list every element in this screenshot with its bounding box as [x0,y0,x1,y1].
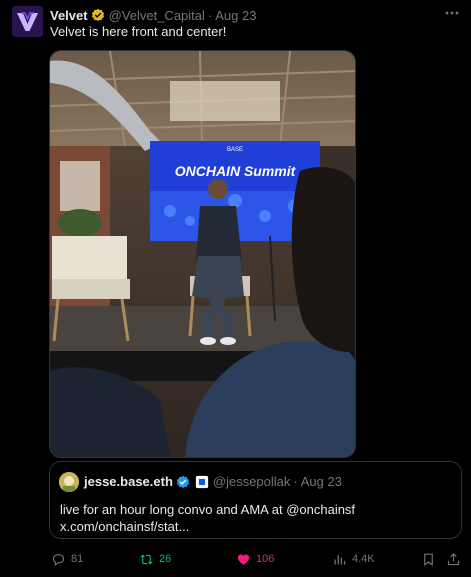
more-options-icon[interactable] [443,6,461,20]
banner-subtitle: BASE [227,147,243,153]
quoted-text-line: live for an hour long convo and AMA at @… [60,502,356,517]
reply-count: 81 [71,553,84,565]
bookmark-button[interactable] [421,550,441,568]
quoted-text: live for an hour long convo and AMA at @… [60,501,355,535]
author-name[interactable]: Velvet [50,8,88,23]
quoted-author-handle[interactable]: @jessepollak [213,474,291,489]
quoted-avatar-image [59,472,79,492]
repost-arrows-icon [140,554,153,564]
quoted-link-text[interactable]: x.com/onchainsf/stat... [60,518,355,535]
event-photo: ONCHAIN Summit BASE [50,51,355,457]
velvet-logo-icon [12,6,43,37]
quoted-tweet[interactable]: jesse.base.eth @jessepollak · Aug 23 liv… [49,461,462,539]
share-upload-icon [447,552,460,565]
tweet-date[interactable]: Aug 23 [215,8,256,23]
author-handle[interactable]: @Velvet_Capital [109,8,205,23]
affiliate-square-icon [195,475,209,488]
views-count: 4.4K [352,553,375,565]
quoted-author-name[interactable]: jesse.base.eth [84,474,173,489]
repost-button[interactable]: 26 [139,550,171,568]
quoted-separator-dot: · [293,474,298,489]
action-bar: 81 26 106 4.4K [49,550,462,568]
quoted-date[interactable]: Aug 23 [301,474,342,489]
bookmark-icon [424,553,433,566]
like-button[interactable]: 106 [236,550,274,568]
verified-gold-badge-icon [91,8,104,22]
quoted-header: jesse.base.eth @jessepollak · Aug 23 [84,474,342,489]
tweet-photo[interactable]: ONCHAIN Summit BASE [49,50,356,458]
views-button[interactable]: 4.4K [332,550,375,568]
bar-chart-icon [334,554,346,564]
banner-title: ONCHAIN Summit [175,163,297,179]
quoted-author-avatar[interactable] [59,472,79,492]
author-avatar[interactable] [12,6,43,37]
share-button[interactable] [446,550,466,568]
tweet-text: Velvet is here front and center! [50,24,227,39]
tweet-header: Velvet @Velvet_Capital · Aug 23 [50,6,256,24]
like-count: 106 [256,553,275,565]
verified-blue-badge-icon [176,475,190,488]
speech-bubble-icon [52,553,65,566]
heart-filled-icon [237,554,250,565]
tweet: Velvet @Velvet_Capital · Aug 23 Velvet i… [0,0,471,577]
repost-count: 26 [159,553,172,565]
separator-dot: · [207,7,213,23]
reply-button[interactable]: 81 [51,550,83,568]
